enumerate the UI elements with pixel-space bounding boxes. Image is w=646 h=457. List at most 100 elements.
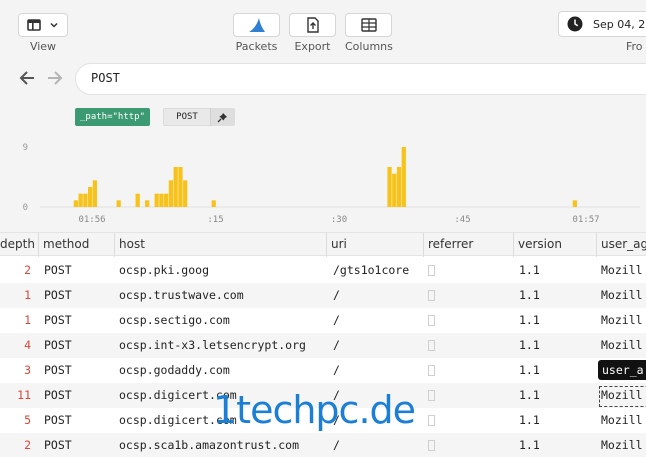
referrer-cell [428,308,448,333]
uri-cell: / [333,338,340,352]
view-label: View [29,40,57,53]
host-cell: ocsp.sectigo.com [119,313,230,327]
pin-icon [217,112,227,122]
shark-fin-icon [248,18,265,32]
depth-cell: 4 [24,338,31,352]
host-cell: ocsp.int-x3.letsencrypt.org [119,338,306,352]
version-cell: 1.1 [519,438,540,452]
path-filter-chip[interactable]: _path="http" [75,108,150,126]
back-button[interactable] [17,68,37,93]
depth-cell: 1 [24,288,31,302]
histogram-bar [392,173,397,207]
table-header: depth method host uri referrer version u… [0,232,646,257]
column-header-referrer[interactable]: referrer [423,233,513,257]
post-filter-chip[interactable]: POST [163,108,235,126]
table-row[interactable]: 1 POST ocsp.trustwave.com / 1.1 Mozill [0,283,646,308]
column-header-host[interactable]: host [114,233,326,257]
search-box [75,63,646,95]
histogram-bar [211,200,216,207]
pin-button[interactable] [210,108,234,126]
histogram-bar [396,167,402,207]
histogram-bar [78,193,83,207]
packets-button[interactable] [233,13,280,37]
export-button[interactable] [289,13,336,37]
version-cell: 1.1 [519,413,540,427]
histogram-bar [178,167,183,207]
forward-button[interactable] [45,68,65,93]
host-cell: ocsp.trustwave.com [119,288,244,302]
referrer-cell [428,433,448,457]
referrer-cell [428,333,448,358]
y-tick-label: 0 [23,203,28,213]
method-cell: POST [44,313,72,327]
method-cell: POST [44,263,72,277]
x-tick-label: :15 [207,215,223,225]
table-row[interactable]: 2 POST ocsp.sca1b.amazontrust.com / 1.1 … [0,433,646,457]
export-icon [306,17,319,33]
empty-value-icon [428,365,435,376]
histogram-bar [116,200,121,207]
search-bar-row [0,58,646,102]
table-icon [360,18,377,32]
empty-value-icon [428,390,435,401]
x-tick-label: 01:56 [78,215,105,225]
host-cell: ocsp.pki.goog [119,263,210,277]
search-input[interactable] [91,71,591,85]
column-header-method[interactable]: method [38,233,114,257]
empty-value-icon [428,440,435,451]
empty-value-icon [428,415,435,426]
depth-cell: 5 [24,413,31,427]
version-cell: 1.1 [519,388,540,402]
host-cell: ocsp.godaddy.com [119,363,230,377]
depth-cell: 1 [24,313,31,327]
column-header-user-agent[interactable]: user_ag [596,233,646,257]
view-button[interactable] [18,13,68,37]
columns-button[interactable] [345,13,392,37]
clock-icon [567,16,583,32]
table-row[interactable]: 3 POST ocsp.godaddy.com / 1.1 [0,358,646,383]
date-picker-button[interactable]: Sep 04, 20 [558,11,646,37]
histogram-bar [164,193,169,207]
method-cell: POST [44,388,72,402]
method-cell: POST [44,413,72,427]
histogram-bar [145,200,150,207]
x-tick-label: :45 [454,215,470,225]
column-header-version[interactable]: version [513,233,596,257]
referrer-cell [428,283,448,308]
uri-cell: /gts1o1core [333,263,410,277]
arrow-left-icon [19,71,34,85]
watermark-logo: 1techpc.de [213,388,416,432]
x-tick-label: 01:57 [572,215,599,225]
uri-cell: / [333,438,340,452]
table-row[interactable]: 4 POST ocsp.int-x3.letsencrypt.org / 1.1… [0,333,646,358]
filter-row: _path="http" POST [0,102,646,130]
uri-cell: / [333,288,340,302]
table-row[interactable]: 2 POST ocsp.pki.goog /gts1o1core 1.1 Moz… [0,258,646,283]
toolbar: View Packets Export Columns Sep 04, 20 F… [0,0,646,58]
from-label: Fro [626,40,643,53]
histogram-bar [154,193,159,207]
histogram: 9 0 01:56 :15 :30 :45 01:57 [0,130,646,232]
layout-icon [27,19,41,31]
depth-cell: 2 [24,263,31,277]
histogram-bar [83,193,88,207]
y-tick-label: 9 [23,143,28,153]
version-cell: 1.1 [519,288,540,302]
table-row[interactable]: 1 POST ocsp.sectigo.com / 1.1 Mozill [0,308,646,333]
x-tick-label: :30 [331,215,347,225]
user-agent-cell: Mozill [601,263,643,277]
histogram-bar [401,147,406,207]
version-cell: 1.1 [519,363,540,377]
histogram-bar [88,187,93,207]
method-cell: POST [44,438,72,452]
empty-value-icon [428,340,435,351]
host-cell: ocsp.sca1b.amazontrust.com [119,438,300,452]
user-agent-tooltip: user_a [598,360,646,380]
column-header-uri[interactable]: uri [326,233,423,257]
column-header-depth[interactable]: depth [0,233,38,257]
user-agent-cell: Mozill [601,413,643,427]
columns-label: Columns [345,40,393,53]
referrer-cell [428,358,448,383]
empty-value-icon [428,315,435,326]
version-cell: 1.1 [519,263,540,277]
